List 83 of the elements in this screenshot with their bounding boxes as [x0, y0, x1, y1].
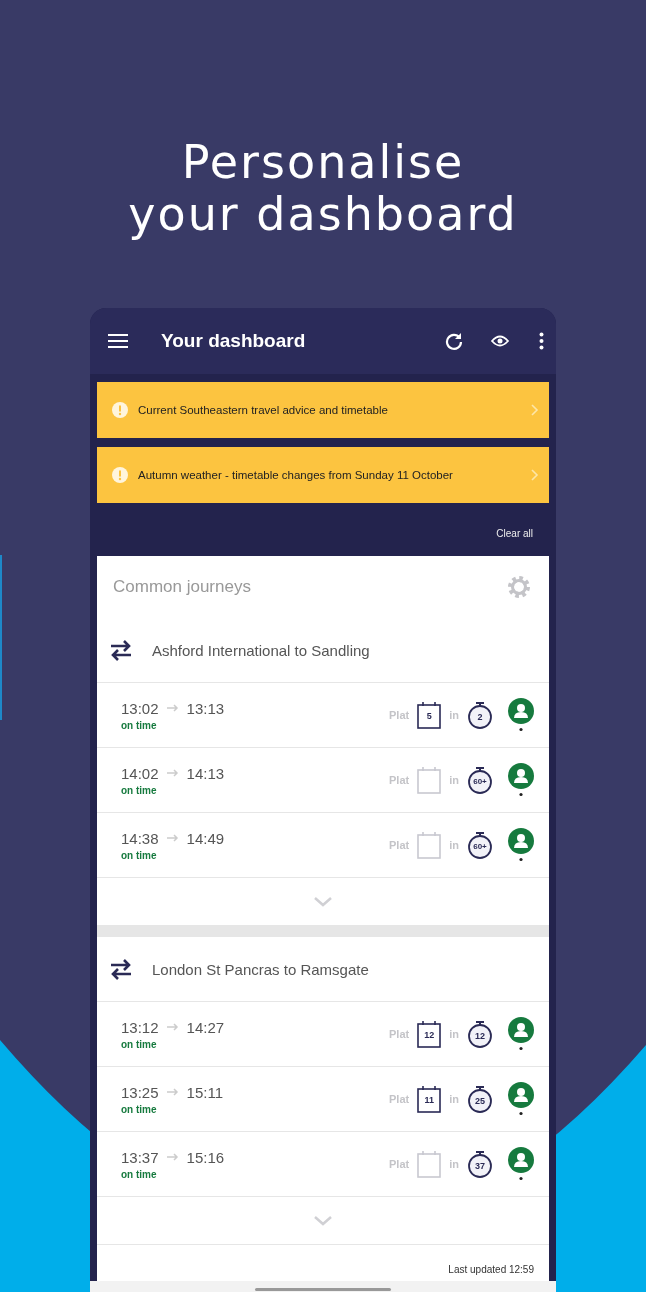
route-name[interactable]: London St Pancras to Ramsgate [152, 960, 369, 978]
arrow-right-icon [166, 704, 179, 712]
platform-number: 12 [424, 1030, 435, 1041]
platform-label: Plat [389, 709, 410, 721]
swap-icon [109, 958, 133, 980]
departure-time: 14:38 [121, 829, 159, 847]
headline-text: Personalise [181, 136, 465, 188]
platform-label: Plat [389, 774, 410, 786]
arrow-right-icon [166, 769, 179, 777]
status-text: on time [121, 849, 158, 861]
arrow-right-icon [166, 1023, 179, 1031]
platform-label: Plat [389, 1158, 410, 1170]
minutes-text: 60+ [473, 842, 487, 852]
status-text: on time [121, 1038, 158, 1050]
occupancy-icon [507, 763, 535, 797]
chevron-right-icon [531, 404, 539, 416]
eye-icon[interactable] [491, 335, 509, 347]
status-text: on time [121, 1103, 158, 1115]
app-title: Your dashboard [161, 330, 307, 352]
alert-icon [112, 467, 128, 483]
calendar-icon [417, 701, 442, 729]
in-label: in [449, 774, 459, 786]
alert-banner[interactable]: Autumn weather - timetable changes from Sunday 11 October [97, 447, 549, 503]
platform-label: Plat [389, 1093, 410, 1105]
arrival-time: 14:27 [186, 1018, 225, 1036]
occupancy-icon [507, 1017, 535, 1051]
last-updated-text: Last updated 12:59 [448, 1264, 534, 1275]
in-label: in [449, 1158, 459, 1170]
arrow-right-icon [166, 834, 179, 842]
arrival-time: 15:11 [186, 1083, 223, 1101]
arrow-right-icon [166, 1153, 179, 1161]
alert-banner[interactable]: Current Southeastern travel advice and timetable [97, 382, 549, 438]
headline-text: your dashboard [128, 188, 518, 240]
occupancy-icon [507, 1082, 535, 1116]
minutes-text: 25 [475, 1096, 485, 1106]
in-label: in [449, 709, 459, 721]
in-label: in [449, 1028, 459, 1040]
departure-time: 14:02 [121, 764, 159, 782]
calendar-icon [417, 1020, 442, 1048]
platform-label: Plat [389, 839, 410, 851]
minutes-text: 60+ [473, 777, 487, 787]
stopwatch-icon [467, 701, 493, 729]
alert-icon [112, 402, 128, 418]
arrival-time: 15:16 [186, 1148, 225, 1166]
minutes-text: 12 [475, 1031, 485, 1041]
clear-all-link[interactable]: Clear all [496, 528, 533, 539]
refresh-icon[interactable] [445, 332, 463, 350]
route-name[interactable]: Ashford International to Sandling [152, 641, 370, 659]
departure-time: 13:37 [121, 1148, 159, 1166]
in-label: in [449, 1093, 459, 1105]
menu-icon[interactable] [108, 333, 128, 349]
status-text: on time [121, 1168, 158, 1180]
occupancy-icon [507, 828, 535, 862]
status-text: on time [121, 784, 158, 796]
arrival-time: 14:49 [186, 829, 225, 847]
in-label: in [449, 839, 459, 851]
stopwatch-icon [467, 1020, 493, 1048]
stopwatch-icon [467, 831, 493, 859]
calendar-icon [417, 1085, 442, 1113]
minutes-text: 2 [477, 712, 483, 722]
platform-label: Plat [389, 1028, 410, 1040]
stopwatch-icon [467, 1085, 493, 1113]
departure-time: 13:02 [121, 699, 159, 717]
calendar-icon [417, 831, 442, 859]
arrival-time: 14:13 [186, 764, 225, 782]
departure-time: 13:25 [121, 1083, 159, 1101]
occupancy-icon [507, 698, 535, 732]
departure-time: 13:12 [121, 1018, 159, 1036]
more-icon[interactable] [539, 332, 544, 350]
arrow-right-icon [166, 1088, 179, 1096]
chevron-right-icon [531, 469, 539, 481]
section-title: Common journeys [113, 577, 252, 597]
platform-number: 11 [424, 1095, 434, 1106]
stopwatch-icon [467, 766, 493, 794]
occupancy-icon [507, 1147, 535, 1181]
minutes-text: 37 [475, 1161, 485, 1171]
calendar-icon [417, 1150, 442, 1178]
swap-icon [109, 639, 133, 661]
platform-number: 5 [426, 711, 432, 722]
stopwatch-icon [467, 1150, 493, 1178]
arrival-time: 13:13 [186, 699, 225, 717]
calendar-icon [417, 766, 442, 794]
status-text: on time [121, 719, 158, 731]
